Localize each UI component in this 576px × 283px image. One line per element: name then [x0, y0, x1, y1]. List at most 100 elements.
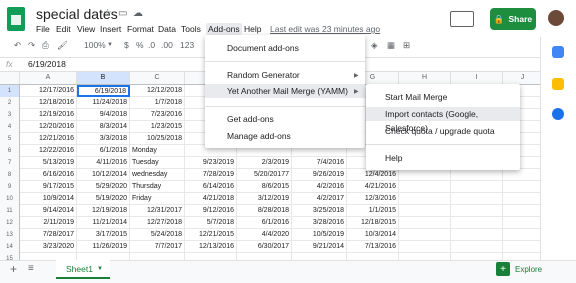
column-header[interactable]: A — [20, 72, 77, 84]
row-header[interactable]: 14 — [0, 241, 20, 253]
table-cell[interactable] — [451, 253, 503, 260]
comments-button[interactable] — [450, 11, 474, 27]
print-icon[interactable]: ⎙ — [42, 40, 49, 51]
row-header[interactable]: 12 — [0, 217, 20, 229]
row-header[interactable]: 4 — [0, 121, 20, 133]
menu-item-start-mail-merge[interactable]: Start Mail Merge — [366, 92, 520, 102]
table-cell[interactable]: 12/31/2017 — [130, 205, 185, 217]
table-cell[interactable]: 1/1/2015 — [347, 205, 399, 217]
menu-item-yamm[interactable]: Yet Another Mail Merge (YAMM) — [205, 84, 365, 98]
tasks-icon[interactable] — [552, 108, 564, 120]
table-cell[interactable]: 12/22/2016 — [20, 145, 77, 157]
table-cell[interactable] — [451, 217, 503, 229]
table-cell[interactable]: Monday — [130, 145, 185, 157]
table-cell[interactable]: 12/3/2016 — [347, 193, 399, 205]
menu-file[interactable]: File — [36, 24, 50, 34]
table-cell[interactable]: 8/3/2014 — [77, 121, 130, 133]
table-cell[interactable]: 2/11/2019 — [20, 217, 77, 229]
table-cell[interactable] — [237, 253, 292, 260]
table-cell[interactable]: Friday — [130, 193, 185, 205]
table-cell[interactable]: 9/4/2018 — [77, 109, 130, 121]
table-cell[interactable]: 9/26/2019 — [292, 169, 347, 181]
table-cell[interactable] — [451, 169, 503, 181]
row-header[interactable]: 3 — [0, 109, 20, 121]
table-cell[interactable]: Thursday — [130, 181, 185, 193]
table-cell[interactable]: 6/1/2016 — [237, 217, 292, 229]
zoom-select[interactable]: 100% — [84, 40, 106, 50]
table-cell[interactable] — [20, 253, 77, 260]
menu-format[interactable]: Format — [127, 24, 154, 34]
column-header[interactable]: H — [399, 72, 451, 84]
row-header[interactable]: 1 — [0, 85, 20, 97]
table-cell[interactable]: 6/14/2016 — [185, 181, 237, 193]
table-cell[interactable]: 12/27/2018 — [130, 217, 185, 229]
table-cell[interactable] — [399, 229, 451, 241]
avatar[interactable] — [548, 10, 564, 26]
table-cell[interactable]: 10/9/2014 — [20, 193, 77, 205]
table-cell[interactable]: 2/3/2019 — [237, 157, 292, 169]
table-cell[interactable]: 4/21/2016 — [347, 181, 399, 193]
menu-data[interactable]: Data — [158, 24, 176, 34]
table-cell[interactable]: 10/25/2018 — [130, 133, 185, 145]
table-cell[interactable]: 12/21/2016 — [20, 133, 77, 145]
table-cell[interactable]: 10/12/2014 — [77, 169, 130, 181]
table-cell[interactable] — [399, 181, 451, 193]
row-header[interactable]: 5 — [0, 133, 20, 145]
table-cell[interactable]: 6/1/2018 — [77, 145, 130, 157]
column-header[interactable]: B — [77, 72, 130, 84]
formula-input[interactable]: 6/19/2018 — [28, 59, 66, 69]
folder-icon[interactable]: ▭ — [118, 8, 127, 19]
table-cell[interactable]: 7/23/2016 — [130, 109, 185, 121]
table-cell[interactable]: 6/16/2016 — [20, 169, 77, 181]
menu-view[interactable]: View — [77, 24, 95, 34]
table-cell[interactable]: 9/23/2019 — [185, 157, 237, 169]
calendar-icon[interactable] — [552, 46, 564, 58]
column-header[interactable]: J — [503, 72, 540, 84]
table-cell[interactable]: 9/17/2015 — [20, 181, 77, 193]
table-cell[interactable]: 12/12/2018 — [130, 85, 185, 97]
table-cell[interactable] — [77, 253, 130, 260]
table-cell[interactable]: 7/4/2016 — [292, 157, 347, 169]
table-cell[interactable]: 6/19/2018 — [77, 85, 130, 97]
menu-item-import-contacts[interactable]: Import contacts (Google, Salesforce) — [366, 107, 520, 133]
menu-help[interactable]: Help — [244, 24, 261, 34]
star-icon[interactable]: ☆ — [103, 8, 112, 19]
table-cell[interactable]: 11/21/2014 — [77, 217, 130, 229]
menu-item-random-generator[interactable]: Random Generator — [205, 70, 365, 80]
table-cell[interactable]: 5/13/2019 — [20, 157, 77, 169]
fill-color-icon[interactable]: ◈ — [371, 40, 378, 51]
row-header[interactable]: 6 — [0, 145, 20, 157]
table-cell[interactable]: 12/18/2015 — [347, 217, 399, 229]
row-header[interactable]: 15 — [0, 253, 20, 260]
table-cell[interactable] — [130, 253, 185, 260]
table-cell[interactable]: 3/25/2018 — [292, 205, 347, 217]
table-cell[interactable]: 9/12/2016 — [185, 205, 237, 217]
keep-icon[interactable] — [552, 78, 564, 90]
table-cell[interactable]: 7/13/2016 — [347, 241, 399, 253]
table-cell[interactable]: 1/23/2015 — [130, 121, 185, 133]
sheets-logo[interactable] — [7, 7, 25, 31]
currency-format-button[interactable]: $ — [124, 40, 129, 50]
row-header[interactable]: 11 — [0, 205, 20, 217]
explore-button[interactable]: + Explore — [496, 262, 542, 276]
table-cell[interactable] — [399, 193, 451, 205]
column-header[interactable]: C — [130, 72, 185, 84]
table-cell[interactable]: 4/2/2017 — [292, 193, 347, 205]
table-cell[interactable]: 11/26/2019 — [77, 241, 130, 253]
number-format-button[interactable]: 123 — [180, 40, 194, 50]
merge-icon[interactable]: ⊞ — [403, 40, 410, 51]
table-cell[interactable]: 4/21/2018 — [185, 193, 237, 205]
table-cell[interactable]: 3/23/2020 — [20, 241, 77, 253]
row-header[interactable]: 13 — [0, 229, 20, 241]
table-cell[interactable]: 9/21/2014 — [292, 241, 347, 253]
sheet-tab[interactable]: Sheet1 ▼ — [56, 260, 110, 279]
table-cell[interactable]: 3/3/2018 — [77, 133, 130, 145]
table-cell[interactable]: 4/4/2020 — [237, 229, 292, 241]
table-cell[interactable]: 9/14/2014 — [20, 205, 77, 217]
table-cell[interactable]: 3/17/2015 — [77, 229, 130, 241]
menu-item-manage-addons[interactable]: Manage add-ons — [205, 131, 365, 141]
table-cell[interactable] — [451, 205, 503, 217]
table-cell[interactable]: 3/28/2016 — [292, 217, 347, 229]
table-cell[interactable] — [399, 253, 451, 260]
table-cell[interactable] — [185, 253, 237, 260]
